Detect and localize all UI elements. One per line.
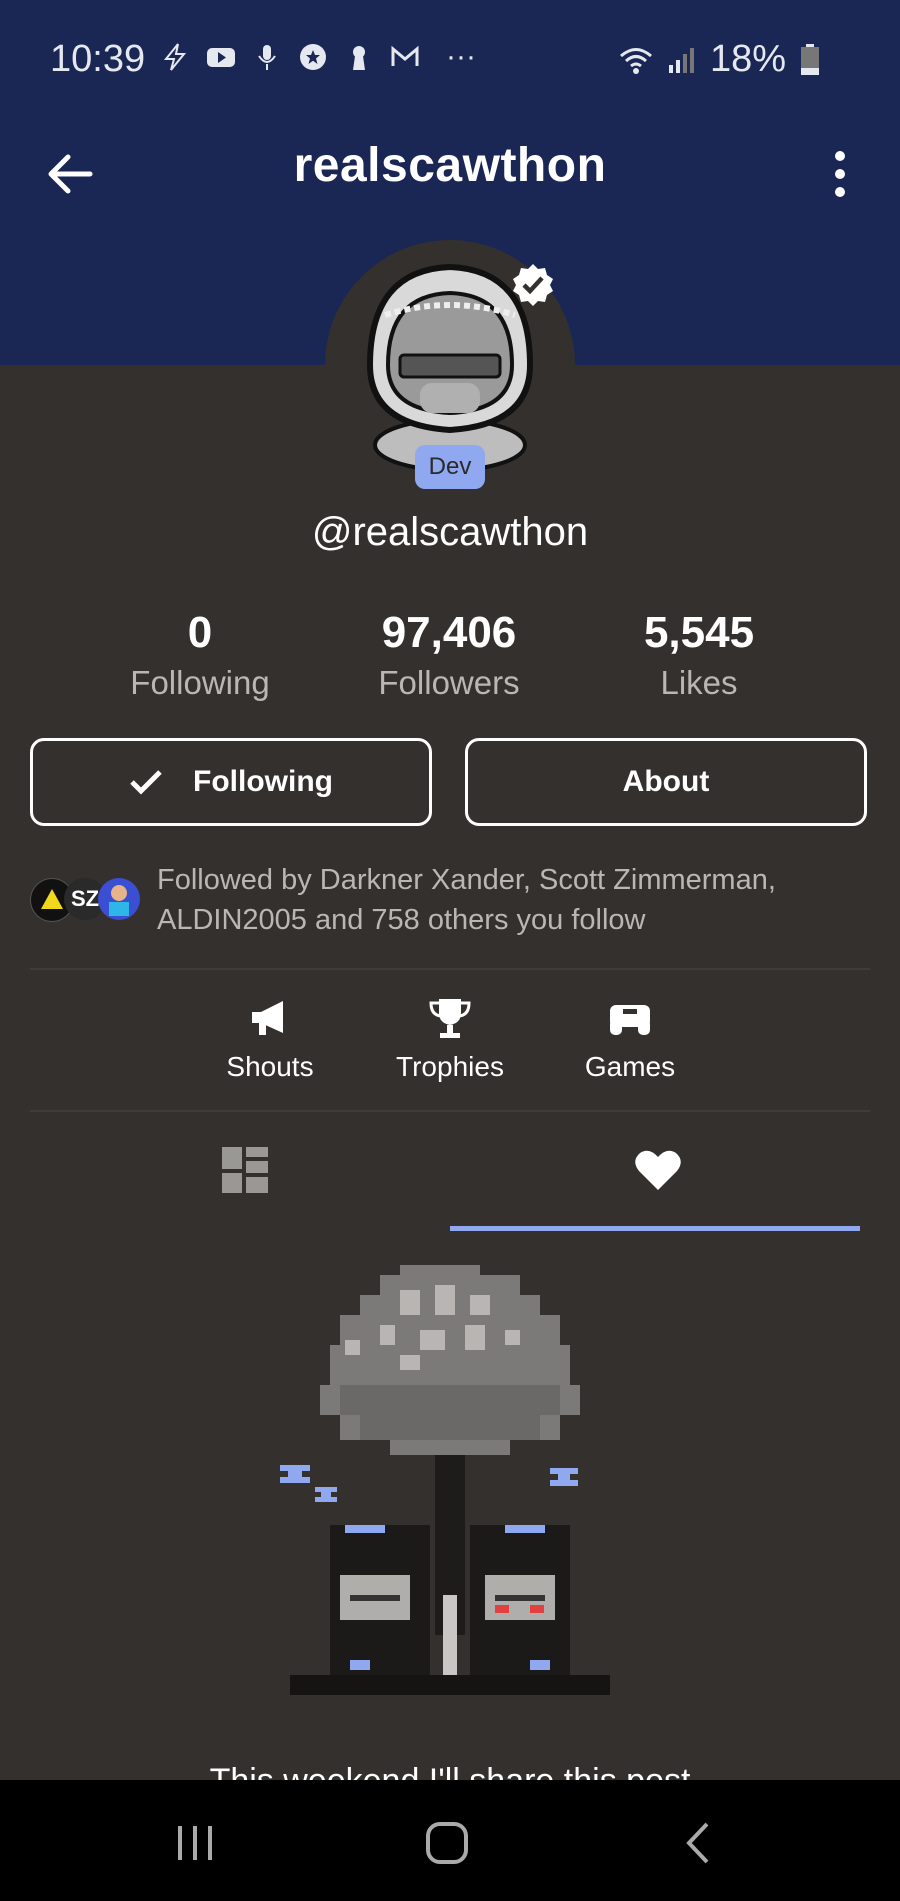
battery-percent: 18%: [709, 38, 786, 80]
active-tab-indicator: [450, 1226, 860, 1231]
system-navigation-bar: [0, 1780, 900, 1901]
stat-value: 97,406: [381, 608, 517, 657]
youtube-icon: [207, 48, 235, 67]
stat-label: Following: [130, 664, 270, 701]
followed-by-row[interactable]: SZ Followed by Darkner Xander, Scott Zim…: [30, 860, 870, 950]
character-avatar-icon: [109, 885, 129, 916]
tab-liked[interactable]: [450, 1135, 900, 1235]
heart-icon: [635, 1150, 681, 1190]
mini-avatar: [98, 878, 140, 920]
quick-link-label: Shouts: [226, 1051, 314, 1082]
tab-posts-grid[interactable]: [0, 1135, 450, 1235]
following-button[interactable]: Following: [30, 738, 432, 826]
quick-link-label: Games: [584, 1051, 676, 1082]
quick-link-label: Trophies: [396, 1051, 504, 1082]
stat-label: Followers: [378, 664, 520, 701]
divider: [30, 1110, 870, 1112]
grid-icon: [222, 1147, 268, 1193]
shouts-link[interactable]: Shouts: [190, 995, 350, 1083]
back-nav-icon[interactable]: [674, 1818, 724, 1868]
mutual-avatars: SZ: [30, 878, 140, 922]
lightning-icon: [163, 43, 187, 71]
star-badge-icon: [300, 44, 326, 70]
system-indicators: 18%: [618, 38, 820, 81]
about-button-label: About: [622, 765, 710, 798]
page-title: realscawthon: [293, 139, 607, 192]
verified-badge-icon: [513, 264, 553, 306]
battery-icon: [801, 43, 819, 75]
keyhole-icon: [353, 46, 365, 70]
trophies-link[interactable]: Trophies: [370, 995, 530, 1083]
gamepad-icon: [610, 1005, 650, 1035]
profile-handle: @realscawthon: [311, 510, 589, 554]
trophy-icon: [429, 999, 471, 1038]
stat-following[interactable]: 0 Following: [90, 608, 310, 702]
wifi-icon: [619, 47, 652, 74]
recent-apps-icon[interactable]: [170, 1818, 220, 1868]
more-options-icon[interactable]: [820, 144, 860, 204]
stat-value: 5,545: [643, 608, 755, 657]
top-app-bar: realscawthon: [0, 120, 900, 220]
games-link[interactable]: Games: [550, 995, 710, 1083]
checkmark-icon: [130, 770, 162, 795]
signal-icon: [668, 47, 694, 73]
more-notifications-icon: ···: [446, 40, 476, 73]
status-time: 10:39: [50, 38, 146, 80]
notification-icons: ···: [160, 40, 476, 74]
gmail-icon: [391, 45, 419, 66]
stat-label: Likes: [660, 664, 738, 701]
home-icon[interactable]: [422, 1818, 472, 1868]
stat-value: 0: [187, 608, 213, 657]
dev-badge: Dev: [415, 445, 485, 489]
following-button-label: Following: [193, 765, 333, 798]
stat-followers[interactable]: 97,406 Followers: [339, 608, 559, 702]
liked-post-image[interactable]: [250, 1255, 650, 1735]
followed-by-text: Followed by Darkner Xander, Scott Zimmer…: [157, 864, 776, 936]
podcast-mic-icon: [258, 45, 276, 70]
stat-likes[interactable]: 5,545 Likes: [589, 608, 809, 702]
divider: [30, 968, 870, 970]
megaphone-icon: [252, 1001, 283, 1035]
about-button[interactable]: About: [465, 738, 867, 826]
mini-avatar-label: SZ: [70, 886, 100, 911]
status-bar: 10:39 ··· 18%: [0, 0, 900, 120]
